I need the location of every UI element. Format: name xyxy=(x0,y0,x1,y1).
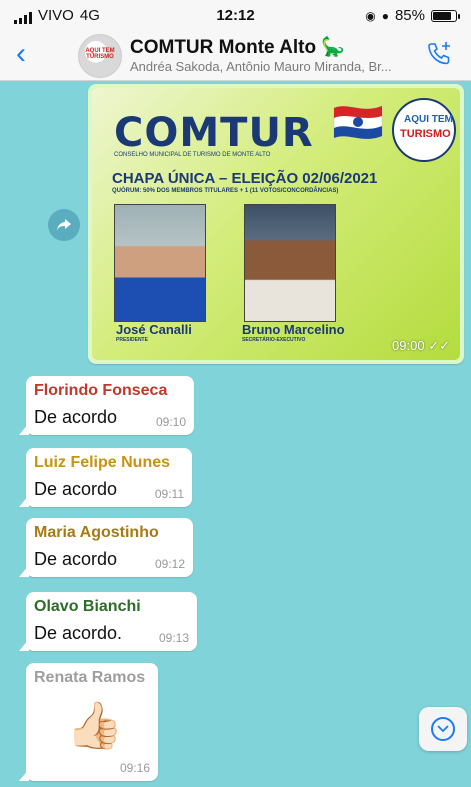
message-bubble[interactable]: Florindo Fonseca De acordo 09:10 xyxy=(19,376,194,435)
election-poster[interactable]: COMTUR CONSELHO MUNICIPAL DE TURISMO DE … xyxy=(92,88,460,360)
sender-name[interactable]: Luiz Felipe Nunes xyxy=(34,454,170,472)
chevron-left-icon[interactable]: ‹ xyxy=(16,39,26,69)
status-right: ◉ ● 85% xyxy=(365,7,460,24)
status-bar: VIVO 4G 12:12 ◉ ● 85% xyxy=(0,0,471,30)
message-time: 09:11 xyxy=(154,487,184,501)
alarm-icon: ● xyxy=(381,8,389,23)
group-avatar[interactable]: AQUI TEM TURISMO xyxy=(78,34,122,78)
chat-title[interactable]: COMTUR Monte Alto 🦕 xyxy=(130,35,345,59)
image-message[interactable]: COMTUR CONSELHO MUNICIPAL DE TURISMO DE … xyxy=(88,84,464,364)
message-bubble[interactable]: Olavo Bianchi De acordo. 09:13 xyxy=(19,592,197,651)
scroll-to-bottom-button[interactable] xyxy=(419,707,467,751)
message-time-text: 09:00 xyxy=(392,338,425,353)
poster-title: CHAPA ÚNICA – ELEIÇÃO 02/06/2021 xyxy=(112,170,378,187)
chevron-down-icon xyxy=(431,717,455,741)
participants-list[interactable]: Andréa Sakoda, Antônio Mauro Miranda, Br… xyxy=(130,59,420,74)
seal-bottom: TURISMO xyxy=(400,128,451,140)
city-flag-icon xyxy=(333,105,383,140)
sender-name[interactable]: Maria Agostinho xyxy=(34,524,159,542)
candidate-photo xyxy=(244,204,336,322)
avatar-label: AQUI TEM TURISMO xyxy=(85,48,115,60)
message-time: 09:16 xyxy=(119,761,150,775)
candidate-name: Bruno Marcelino xyxy=(242,322,345,337)
message-bubble[interactable]: Renata Ramos 👍🏻 09:16 xyxy=(19,663,158,781)
forward-button[interactable] xyxy=(48,209,80,241)
candidate-photo xyxy=(114,204,206,322)
chat-title-text: COMTUR Monte Alto xyxy=(130,37,317,58)
message-bubble[interactable]: Luiz Felipe Nunes De acordo 09:11 xyxy=(19,448,192,507)
candidate-role: SECRETÁRIO-EXECUTIVO xyxy=(242,337,306,343)
message-time: 09:13 xyxy=(158,631,189,645)
comtur-logo: COMTUR xyxy=(114,110,314,156)
sender-name[interactable]: Renata Ramos xyxy=(34,669,145,687)
message-time: 09:10 xyxy=(155,415,186,429)
message-time: 09:00 ✓✓ xyxy=(392,338,450,354)
sender-name[interactable]: Olavo Bianchi xyxy=(34,598,141,616)
thumbs-up-icon: 👍🏻 xyxy=(66,699,124,751)
message-text: De acordo xyxy=(34,407,118,427)
battery-percent: 85% xyxy=(394,7,425,24)
sender-name[interactable]: Florindo Fonseca xyxy=(34,382,167,400)
battery-icon xyxy=(431,9,460,22)
location-icon: ◉ xyxy=(365,8,376,23)
message-time: 09:12 xyxy=(154,557,185,571)
logo-subtitle: CONSELHO MUNICIPAL DE TURISMO DE MONTE A… xyxy=(114,152,271,158)
add-call-icon[interactable] xyxy=(425,40,453,68)
double-check-icon: ✓✓ xyxy=(428,338,450,353)
aqui-tem-turismo-seal: AQUI TEM TURISMO xyxy=(392,98,456,162)
seal-top: AQUI TEM xyxy=(404,114,453,125)
dinosaur-icon: 🦕 xyxy=(321,37,346,58)
candidate-role: PRESIDENTE xyxy=(116,337,148,343)
message-bubble[interactable]: Maria Agostinho De acordo 09:12 xyxy=(19,518,193,577)
chat-header: ‹ AQUI TEM TURISMO COMTUR Monte Alto 🦕 A… xyxy=(0,30,471,81)
message-text: De acordo. xyxy=(34,623,123,643)
share-icon xyxy=(57,219,71,231)
message-text: De acordo xyxy=(34,479,118,499)
message-text: De acordo xyxy=(34,549,118,569)
candidate-name: José Canalli xyxy=(116,322,192,337)
poster-subtitle: QUÓRUM: 50% DOS MEMBROS TITULARES + 1 (1… xyxy=(112,188,339,194)
